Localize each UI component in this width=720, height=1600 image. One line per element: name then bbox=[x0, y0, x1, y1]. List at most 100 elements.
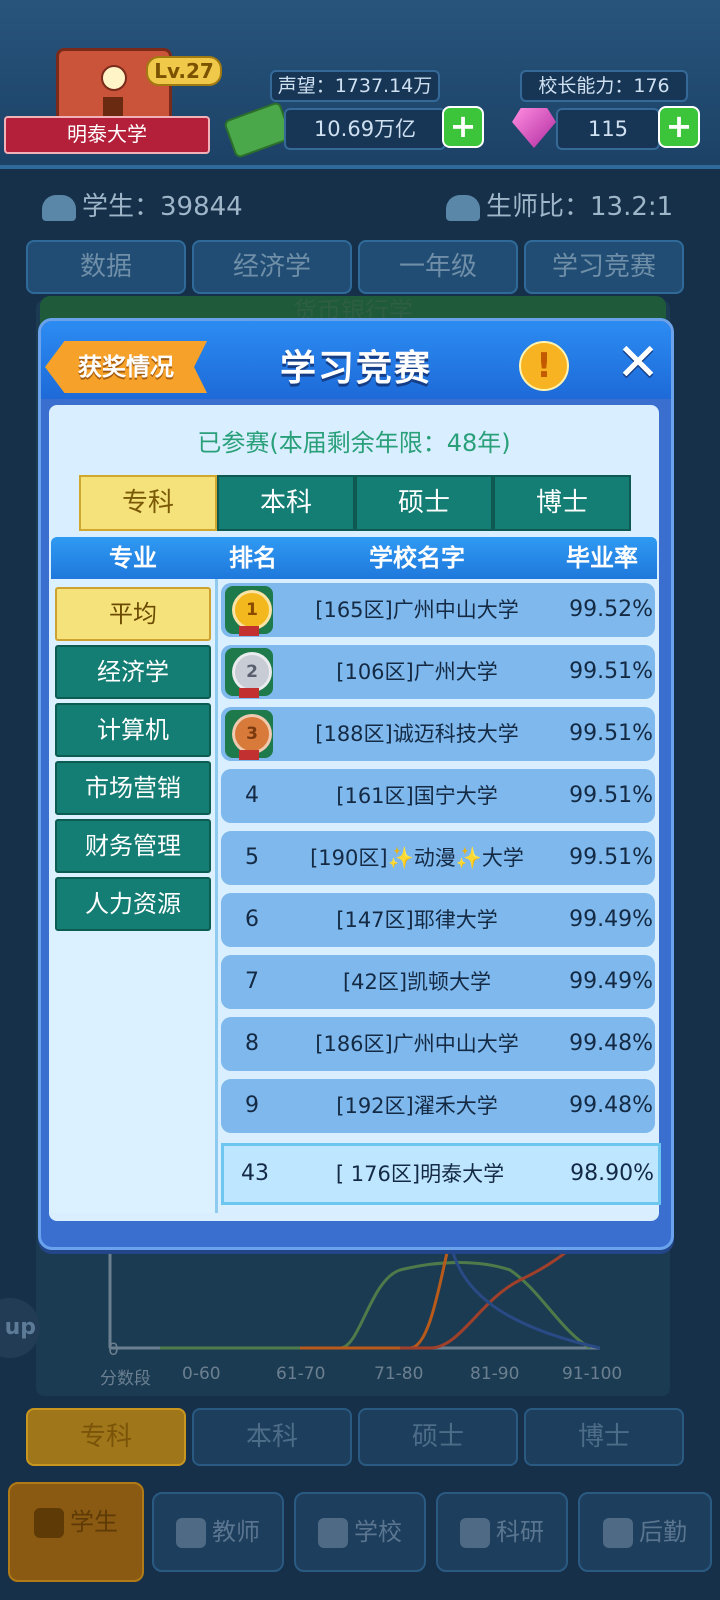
teacher-icon bbox=[176, 1518, 206, 1548]
nav-teachers-label: 教师 bbox=[212, 1518, 260, 1546]
tab-associate-level[interactable]: 专科 bbox=[79, 475, 217, 531]
grad-rate: 99.52% bbox=[569, 597, 653, 622]
ranking-row: 9 [192区]濯禾大学 99.48% bbox=[221, 1079, 655, 1133]
teacher-ratio-text: 生师比：13.2:1 bbox=[486, 192, 674, 222]
modal-header: 获奖情况 学习竞赛 ! ✕ bbox=[41, 321, 671, 399]
chart-x-label: 91-100 bbox=[562, 1364, 623, 1384]
add-gems-button[interactable]: + bbox=[658, 106, 700, 148]
tab-data[interactable]: 数据 bbox=[26, 240, 186, 294]
major-finance[interactable]: 财务管理 bbox=[55, 819, 211, 873]
ranking-row: 3 [188区]诚迈科技大学 99.51% bbox=[221, 707, 655, 761]
tab-master[interactable]: 硕士 bbox=[358, 1408, 518, 1466]
ranking-row: 1 [165区]广州中山大学 99.52% bbox=[221, 583, 655, 637]
school-name-ribbon: 明泰大学 bbox=[4, 116, 210, 154]
tab-doctor-level[interactable]: 博士 bbox=[493, 475, 631, 531]
gem-amount: 115 bbox=[556, 108, 660, 150]
building-icon bbox=[318, 1518, 348, 1548]
bottom-nav: 学生 教师 学校 科研 后勤 bbox=[0, 1478, 720, 1600]
reputation-label: 声望：1737.14万 bbox=[270, 70, 440, 102]
rank-number: 8 bbox=[245, 1031, 259, 1056]
top-tabs: 数据 经济学 一年级 学习竞赛 bbox=[26, 240, 694, 294]
grad-rate: 99.51% bbox=[569, 783, 653, 808]
awards-button[interactable]: 获奖情况 bbox=[45, 341, 207, 393]
col-grad-rate: 毕业率 bbox=[566, 544, 638, 572]
modal-body: 已参赛(本届剩余年限：48年) 专科 本科 硕士 博士 专业 排名 学校名字 毕… bbox=[49, 405, 661, 1221]
chart-x-label: 81-90 bbox=[470, 1364, 520, 1384]
competition-modal: 获奖情况 学习竞赛 ! ✕ 已参赛(本届剩余年限：48年) 专科 本科 硕士 博… bbox=[38, 318, 674, 1250]
tab-bachelor[interactable]: 本科 bbox=[192, 1408, 352, 1466]
major-economics[interactable]: 经济学 bbox=[55, 645, 211, 699]
nav-research[interactable]: 科研 bbox=[436, 1492, 568, 1572]
principal-ability-label: 校长能力：176 bbox=[520, 70, 688, 102]
ranking-row: 7 [42区]凯顿大学 99.49% bbox=[221, 955, 655, 1009]
school-name: [192区]濯禾大学 bbox=[336, 1094, 498, 1118]
grad-rate: 99.51% bbox=[569, 659, 653, 684]
col-rank: 排名 bbox=[229, 544, 277, 572]
bottom-degree-tabs: 专科 本科 硕士 博士 bbox=[26, 1408, 694, 1466]
nav-school[interactable]: 学校 bbox=[294, 1492, 426, 1572]
grad-rate: 99.51% bbox=[569, 721, 653, 746]
rank-number: 6 bbox=[245, 907, 259, 932]
nav-logistics[interactable]: 后勤 bbox=[578, 1492, 712, 1572]
tab-economics[interactable]: 经济学 bbox=[192, 240, 352, 294]
tab-competition[interactable]: 学习竞赛 bbox=[524, 240, 684, 294]
side-bubble-button[interactable]: up bbox=[0, 1298, 40, 1358]
nav-logistics-label: 后勤 bbox=[639, 1518, 687, 1546]
chart-x-label: 61-70 bbox=[276, 1364, 326, 1384]
graduation-cap-icon bbox=[34, 1508, 64, 1538]
my-school-row: 43 [ 176区]明泰大学 98.90% bbox=[221, 1143, 661, 1205]
chart-x-label: 0-60 bbox=[182, 1364, 221, 1384]
ranking-list[interactable]: 1 [165区]广州中山大学 99.52% 2 [106区]广州大学 99.51… bbox=[221, 583, 657, 1135]
nav-students[interactable]: 学生 bbox=[8, 1482, 144, 1582]
student-count-text: 学生：39844 bbox=[82, 192, 243, 222]
nav-teachers[interactable]: 教师 bbox=[152, 1492, 284, 1572]
school-name: [42区]凯顿大学 bbox=[342, 970, 492, 994]
tab-master-level[interactable]: 硕士 bbox=[355, 475, 493, 531]
money-amount: 10.69万亿 bbox=[284, 108, 446, 150]
ranking-row: 4 [161区]国宁大学 99.51% bbox=[221, 769, 655, 823]
grad-rate: 99.48% bbox=[569, 1031, 653, 1056]
tab-doctor[interactable]: 博士 bbox=[524, 1408, 684, 1466]
major-computer[interactable]: 计算机 bbox=[55, 703, 211, 757]
rank-number: 4 bbox=[245, 783, 259, 808]
major-hr[interactable]: 人力资源 bbox=[55, 877, 211, 931]
school-name: [165区]广州中山大学 bbox=[315, 598, 519, 622]
rank-number: 5 bbox=[245, 845, 259, 870]
school-name: [147区]耶律大学 bbox=[336, 908, 498, 932]
add-money-button[interactable]: + bbox=[442, 106, 484, 148]
modal-title: 学习竞赛 bbox=[279, 348, 432, 389]
nav-school-label: 学校 bbox=[354, 1518, 402, 1546]
silver-medal-icon: 2 bbox=[225, 648, 273, 698]
major-marketing[interactable]: 市场营销 bbox=[55, 761, 211, 815]
close-icon[interactable]: ✕ bbox=[613, 337, 663, 389]
microscope-icon bbox=[460, 1518, 490, 1548]
student-count: 学生：39844 bbox=[42, 186, 243, 223]
chart-x-label: 71-80 bbox=[374, 1364, 424, 1384]
ranking-row: 6 [147区]耶律大学 99.49% bbox=[221, 893, 655, 947]
school-name: [161区]国宁大学 bbox=[336, 784, 498, 808]
gold-medal-icon: 1 bbox=[225, 586, 273, 636]
col-major: 专业 bbox=[109, 544, 157, 572]
grad-rate: 99.51% bbox=[569, 845, 653, 870]
info-icon[interactable]: ! bbox=[519, 341, 569, 391]
col-school: 学校名字 bbox=[369, 544, 465, 572]
ranking-row: 2 [106区]广州大学 99.51% bbox=[221, 645, 655, 699]
nav-students-label: 学生 bbox=[70, 1508, 118, 1536]
students-icon bbox=[42, 194, 76, 221]
teacher-ratio: 生师比：13.2:1 bbox=[446, 186, 673, 223]
nav-research-label: 科研 bbox=[496, 1518, 544, 1546]
background-score-chart bbox=[108, 1240, 601, 1350]
major-list: 平均 经济学 计算机 市场营销 财务管理 人力资源 bbox=[51, 579, 218, 1213]
teacher-icon bbox=[446, 194, 480, 221]
tab-bachelor-level[interactable]: 本科 bbox=[217, 475, 355, 531]
tab-first-year[interactable]: 一年级 bbox=[358, 240, 518, 294]
major-average[interactable]: 平均 bbox=[55, 587, 211, 641]
participation-status: 已参赛(本届剩余年限：48年) bbox=[197, 429, 511, 457]
bronze-medal-icon: 3 bbox=[225, 710, 273, 760]
my-school-name: [ 176区]明泰大学 bbox=[335, 1162, 505, 1186]
my-grad-rate: 98.90% bbox=[570, 1161, 654, 1186]
my-rank: 43 bbox=[241, 1161, 269, 1186]
grad-rate: 99.49% bbox=[569, 969, 653, 994]
tab-associate[interactable]: 专科 bbox=[26, 1408, 186, 1466]
level-tag: Lv.27 bbox=[146, 56, 222, 86]
